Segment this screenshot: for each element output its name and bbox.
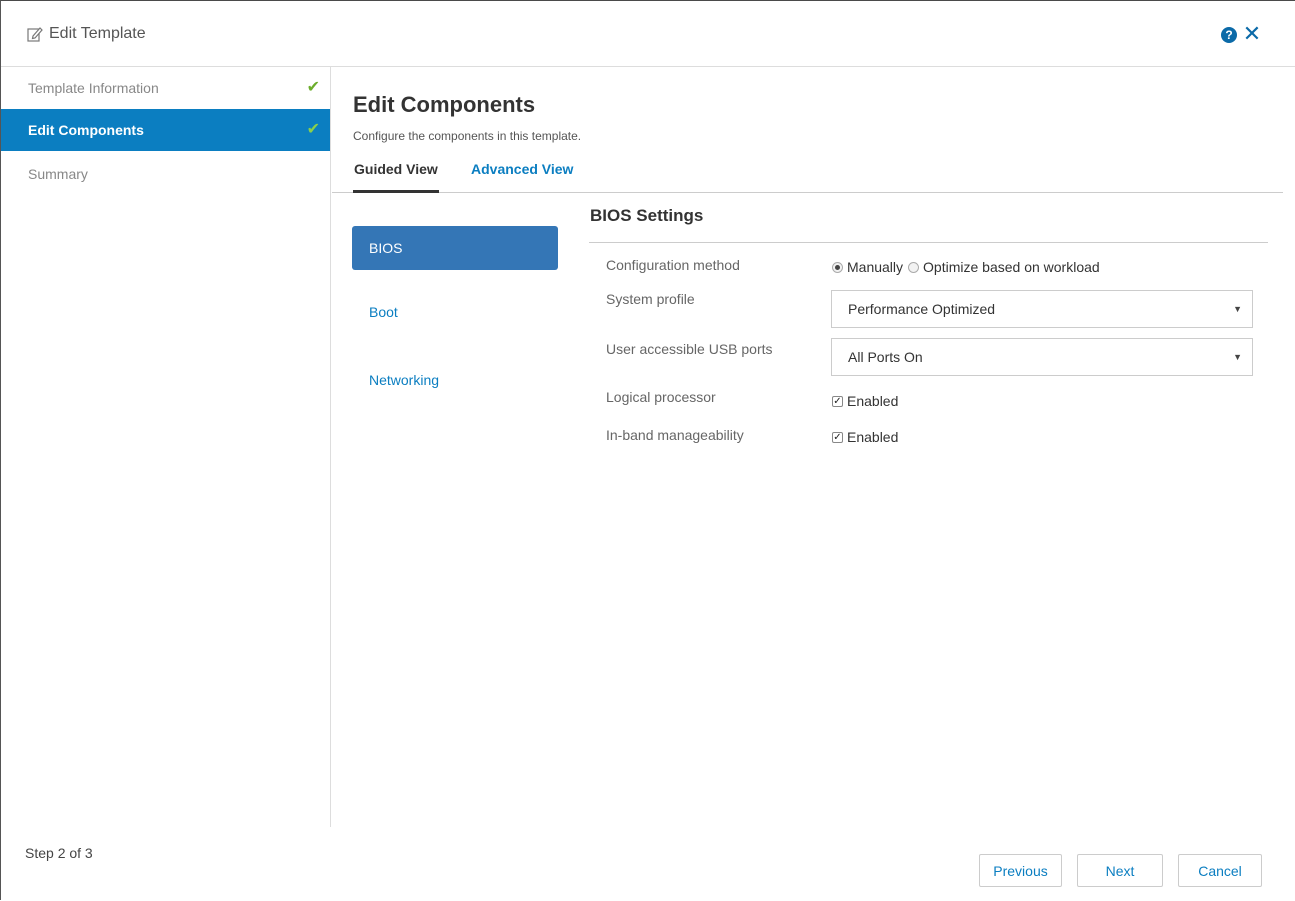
- page-title: Edit Components: [353, 92, 536, 117]
- logical-processor-checkbox[interactable]: ✓: [832, 395, 843, 407]
- page-subtitle: Configure the components in this templat…: [353, 129, 582, 143]
- check-icon: ✔: [306, 79, 320, 96]
- component-nav: BIOS Boot Networking: [352, 226, 558, 402]
- step-counter: Step 2 of 3: [25, 845, 93, 861]
- cancel-button[interactable]: Cancel: [1178, 854, 1262, 887]
- system-profile-value: Performance Optimized: [848, 301, 996, 317]
- main-panel: Edit Components Configure the components…: [332, 67, 1295, 827]
- config-method-radios: Manually Optimize based on workload: [830, 259, 1100, 275]
- close-icon[interactable]: ✕: [1242, 23, 1262, 45]
- chevron-down-icon: ▼: [1233, 352, 1242, 362]
- radio-manually[interactable]: [832, 261, 843, 273]
- dialog-footer: Step 2 of 3 Previous Next Cancel: [1, 827, 1295, 901]
- step-label: Template Information: [28, 80, 159, 96]
- config-method-label: Configuration method: [606, 257, 740, 273]
- component-boot[interactable]: Boot: [352, 290, 558, 334]
- inband-manageability-control: ✓ Enabled: [830, 429, 898, 445]
- section-divider: [589, 242, 1268, 243]
- help-icon[interactable]: ?: [1221, 27, 1237, 43]
- step-edit-components[interactable]: Edit Components ✔: [1, 109, 330, 151]
- radio-optimize-label[interactable]: Optimize based on workload: [923, 259, 1100, 275]
- radio-manually-label[interactable]: Manually: [847, 259, 903, 275]
- step-label: Summary: [28, 166, 88, 182]
- step-template-information[interactable]: Template Information ✔: [1, 67, 330, 109]
- usb-ports-select[interactable]: All Ports On ▼: [831, 338, 1253, 376]
- dialog-header: Edit Template ? ✕: [1, 1, 1295, 67]
- inband-manageability-checkbox-label[interactable]: Enabled: [847, 429, 898, 445]
- usb-ports-value: All Ports On: [848, 349, 923, 365]
- edit-icon: [27, 27, 43, 42]
- system-profile-select[interactable]: Performance Optimized ▼: [831, 290, 1253, 328]
- logical-processor-control: ✓ Enabled: [830, 393, 898, 409]
- section-title: BIOS Settings: [590, 206, 704, 225]
- tab-guided-view[interactable]: Guided View: [353, 161, 439, 193]
- logical-processor-checkbox-label[interactable]: Enabled: [847, 393, 898, 409]
- next-button[interactable]: Next: [1077, 854, 1163, 887]
- check-icon: ✔: [306, 121, 320, 138]
- component-bios[interactable]: BIOS: [352, 226, 558, 270]
- view-tabs: Guided View Advanced View: [332, 151, 1283, 193]
- component-networking[interactable]: Networking: [352, 358, 558, 402]
- inband-manageability-checkbox[interactable]: ✓: [832, 431, 843, 443]
- chevron-down-icon: ▼: [1233, 304, 1242, 314]
- dialog-title: Edit Template: [49, 25, 146, 42]
- system-profile-label: System profile: [606, 291, 695, 307]
- step-label: Edit Components: [28, 122, 144, 138]
- step-summary[interactable]: Summary: [1, 153, 330, 195]
- wizard-steps: Template Information ✔ Edit Components ✔…: [1, 67, 331, 827]
- edit-template-dialog: Edit Template ? ✕ Template Information ✔…: [0, 0, 1295, 900]
- inband-manageability-label: In-band manageability: [606, 427, 744, 443]
- dialog-title-wrap: Edit Template: [27, 25, 146, 43]
- logical-processor-label: Logical processor: [606, 389, 716, 405]
- tab-advanced-view[interactable]: Advanced View: [470, 161, 574, 193]
- previous-button[interactable]: Previous: [979, 854, 1062, 887]
- usb-ports-label: User accessible USB ports: [606, 341, 773, 357]
- radio-optimize[interactable]: [908, 261, 920, 273]
